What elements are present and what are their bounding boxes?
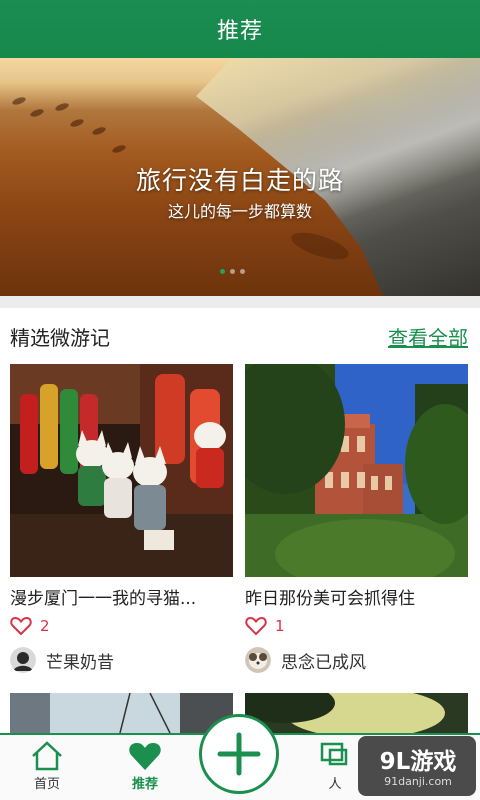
footprint bbox=[111, 143, 127, 155]
carousel-indicator bbox=[220, 269, 245, 274]
card-author[interactable]: 思念已成风 bbox=[245, 647, 366, 673]
card-photo-partial bbox=[245, 693, 468, 733]
page-title: 推荐 bbox=[216, 19, 263, 44]
card-title[interactable]: 漫步厦门一一我的寻猫... bbox=[10, 584, 233, 609]
footprint bbox=[54, 101, 70, 113]
like-number: 2 bbox=[40, 617, 50, 635]
footprint bbox=[91, 125, 107, 137]
nav-label-recommend: 推荐 bbox=[131, 777, 158, 792]
cat-figurines-image bbox=[10, 364, 233, 577]
nav-item-recommend[interactable]: 推荐 bbox=[110, 735, 180, 800]
watermark-logo: 9L游戏 bbox=[379, 749, 457, 775]
banner-headline: 旅行没有白走的路 bbox=[135, 166, 344, 195]
app-screen: 推荐 旅行没有白走的路 这儿的每一步都算数 精选微游记 查看全部 漫步厦门一一我… bbox=[0, 0, 480, 800]
footprint bbox=[11, 95, 27, 107]
plus-icon bbox=[217, 732, 261, 776]
card-author[interactable]: 芒果奶昔 bbox=[10, 647, 114, 673]
red-building-image bbox=[245, 364, 468, 577]
card-title[interactable]: 昨日那份美可会抓得住 bbox=[245, 584, 468, 609]
section-title: 精选微游记 bbox=[10, 326, 110, 350]
footprint bbox=[69, 117, 85, 129]
author-name: 思念已成风 bbox=[281, 652, 366, 673]
travel-note-card[interactable]: 昨日那份美可会抓得住 1 思念已成风 bbox=[245, 364, 468, 679]
nav-label-home: 首页 bbox=[33, 777, 60, 792]
people-icon bbox=[320, 742, 348, 766]
carousel-dot[interactable] bbox=[230, 269, 235, 274]
footprint bbox=[288, 227, 352, 265]
card-photo[interactable] bbox=[245, 364, 468, 577]
travel-note-card-partial[interactable] bbox=[245, 693, 468, 733]
card-photo-partial bbox=[10, 693, 233, 733]
banner-subline: 这儿的每一步都算数 bbox=[167, 202, 312, 221]
like-number: 1 bbox=[275, 617, 285, 635]
travel-note-card[interactable]: 漫步厦门一一我的寻猫... 2 芒果奶昔 bbox=[10, 364, 233, 679]
watermark-url: 91danji.com bbox=[384, 775, 452, 788]
card-photo[interactable] bbox=[10, 364, 233, 577]
avatar[interactable] bbox=[10, 647, 36, 673]
section-divider bbox=[0, 296, 480, 308]
nav-item-home[interactable]: 首页 bbox=[12, 735, 82, 800]
footprint bbox=[29, 107, 45, 119]
like-count[interactable]: 1 bbox=[245, 616, 285, 636]
heart-filled-icon bbox=[129, 743, 161, 770]
avatar[interactable] bbox=[245, 647, 271, 673]
heart-icon[interactable] bbox=[10, 616, 32, 636]
see-all-link[interactable]: 查看全部 bbox=[388, 322, 468, 351]
carousel-dot[interactable] bbox=[220, 269, 225, 274]
carousel-dot[interactable] bbox=[240, 269, 245, 274]
add-post-button[interactable] bbox=[199, 714, 279, 794]
site-watermark: 9L游戏 91danji.com bbox=[358, 736, 476, 796]
travel-note-card-partial[interactable] bbox=[10, 693, 233, 733]
banner-carousel[interactable]: 旅行没有白走的路 这儿的每一步都算数 bbox=[0, 58, 480, 296]
heart-icon[interactable] bbox=[245, 616, 267, 636]
top-bar: 推荐 bbox=[0, 0, 480, 58]
like-count[interactable]: 2 bbox=[10, 616, 50, 636]
home-icon bbox=[32, 741, 62, 771]
author-name: 芒果奶昔 bbox=[46, 652, 114, 673]
